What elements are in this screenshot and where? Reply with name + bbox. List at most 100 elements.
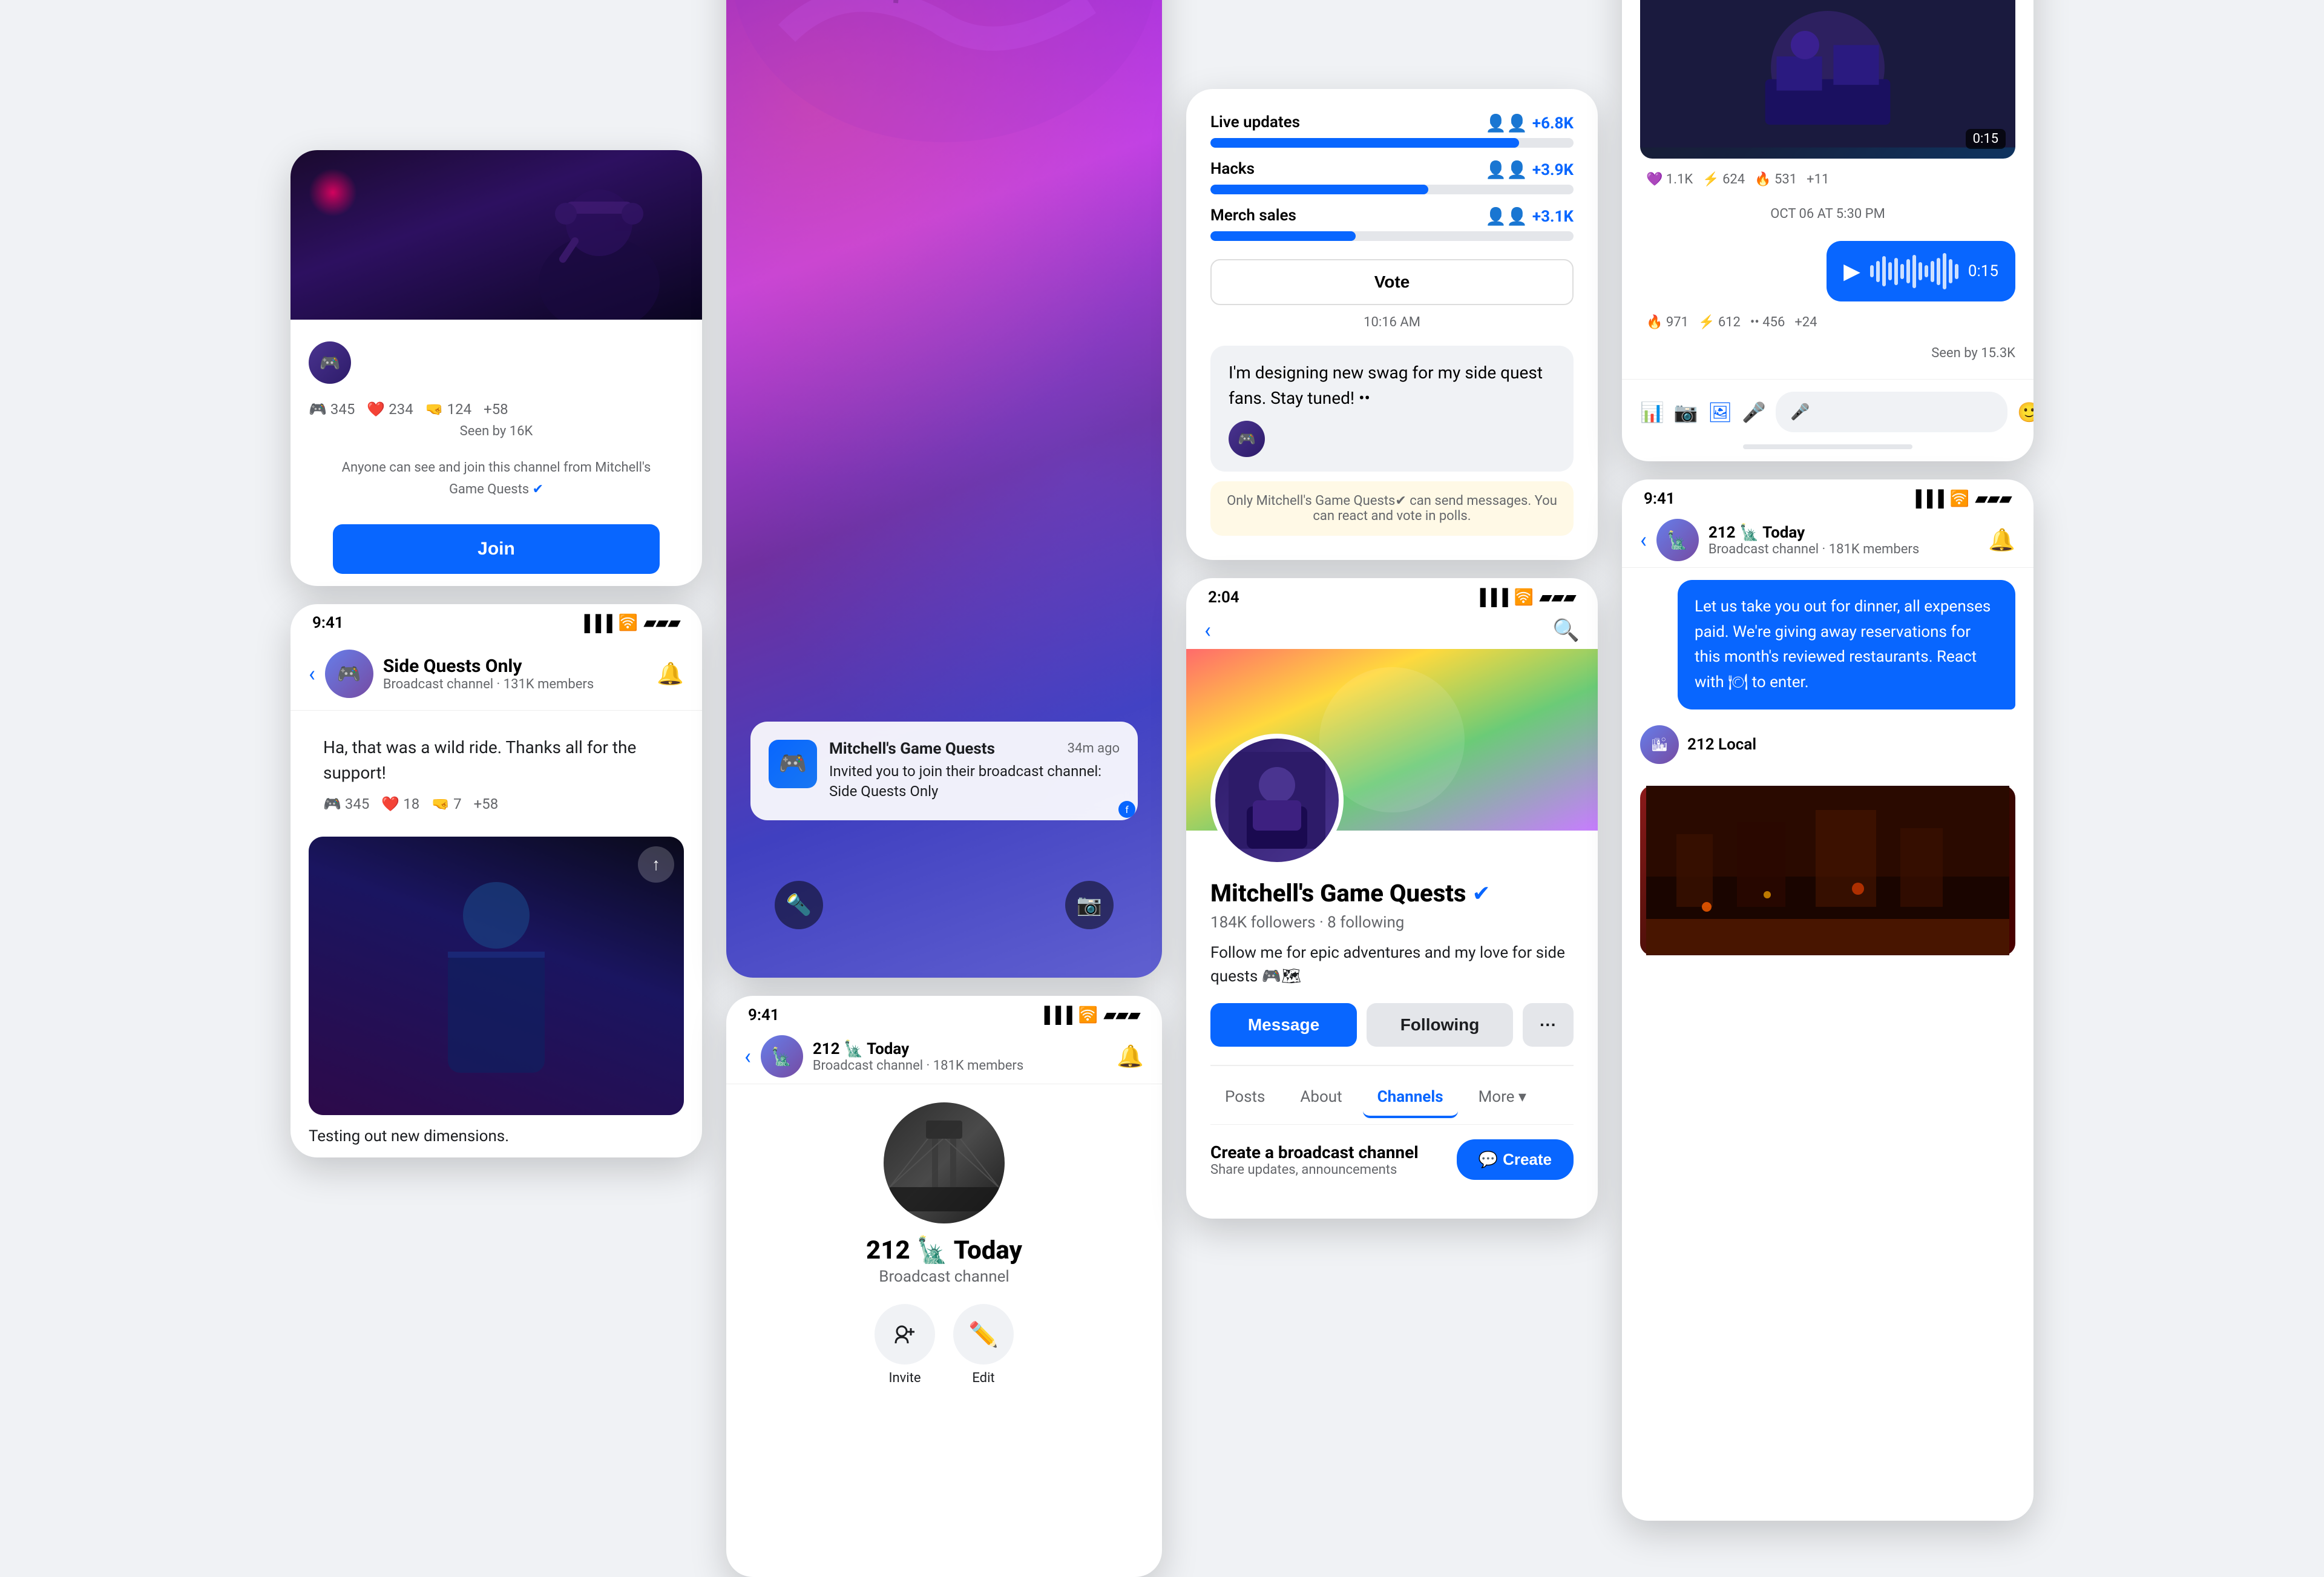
broadcast-avatar-img — [884, 1102, 1005, 1223]
wave-bar — [1894, 258, 1898, 285]
poll-bar-fill-3 — [1210, 231, 1356, 241]
channel-name-p6: 212 🗽 Today — [1709, 524, 1919, 542]
audio-message: ▶ 0:15 — [1827, 241, 2015, 301]
time-p6: 9:41 — [1644, 490, 1675, 508]
mic-icon-btn[interactable]: 🎤 — [1742, 394, 1766, 430]
share-button[interactable]: ↑ — [638, 846, 674, 883]
channel-name-p2b: 212 🗽 Today — [813, 1040, 1023, 1058]
wave-bar — [1876, 261, 1880, 282]
back-button[interactable]: ‹ — [309, 661, 315, 686]
back-btn-profile[interactable]: ‹ — [1204, 617, 1211, 643]
poll-timestamp: 10:16 AM — [1210, 305, 1574, 340]
poll-label-1: Live updates 👤👤 +6.8K — [1210, 113, 1574, 133]
more-reactions: +58 — [484, 401, 508, 418]
invite-icon[interactable] — [875, 1304, 935, 1365]
message-area: Ha, that was a wild ride. Thanks all for… — [290, 711, 702, 837]
wifi-p6: 🛜 — [1950, 490, 1969, 508]
edit-action: ✏️ Edit — [953, 1304, 1014, 1386]
image-icon-btn[interactable]: 🖼 — [1708, 394, 1733, 430]
message-text: Ha, that was a wild ride. Thanks all for… — [323, 735, 669, 786]
tab-more[interactable]: More ▾ — [1464, 1078, 1541, 1118]
create-channel-title: Create a broadcast channel — [1210, 1142, 1419, 1162]
bell-p2b[interactable]: 🔔 — [1117, 1044, 1144, 1069]
seen-count: Seen by 16K — [309, 418, 684, 445]
flashlight-icon[interactable]: 🔦 — [775, 881, 823, 929]
message-input-bar: 📊 📷 🖼 🎤 🙂 👍 — [1622, 379, 2034, 444]
camera-icon[interactable]: 📷 — [1065, 881, 1114, 929]
profile-nav-bar: ‹ 🔍 — [1186, 611, 1598, 649]
edit-icon[interactable]: ✏️ — [953, 1304, 1014, 1365]
status-icons-p6: ▐▐▐ 🛜 ▰▰▰ — [1910, 489, 2012, 508]
play-audio-icon[interactable]: ▶ — [1843, 258, 1860, 284]
wave-bar — [1900, 264, 1904, 279]
notif-sender-avatar: 🎮 f — [769, 740, 817, 788]
following-button[interactable]: Following — [1367, 1003, 1513, 1047]
more-options-button[interactable]: ··· — [1523, 1003, 1574, 1047]
wave-bar — [1925, 265, 1928, 277]
fire-react-v: 🔥 531 — [1754, 172, 1797, 187]
profile-main-content: Mitchell's Game Quests ✔ 184K followers … — [1186, 831, 1598, 1219]
hands-reaction: 🤜 124 — [425, 401, 471, 418]
wave-bar — [1912, 255, 1916, 288]
post-header-image — [290, 150, 702, 320]
time-p2b: 9:41 — [748, 1006, 780, 1024]
invite-label: Invite — [888, 1371, 921, 1386]
camera-bar: 🔦 📷 — [726, 881, 1162, 929]
channel-info: Side Quests Only Broadcast channel · 131… — [383, 656, 594, 692]
fire-audio: 🔥 971 — [1646, 315, 1689, 330]
broadcast-channel-name: 212 🗽 Today — [866, 1236, 1022, 1265]
wave-bar — [1882, 256, 1886, 286]
notif-sender-name: Mitchell's Game Quests — [829, 740, 995, 758]
notification-card[interactable]: 🎮 f Mitchell's Game Quests 34m ago Invit… — [750, 722, 1138, 820]
post-reactions: 🎮 345 ❤️ 234 🤜 124 +58 — [309, 401, 684, 418]
poll-avatars-2: 👤👤 +3.9K — [1485, 160, 1574, 180]
channel-header: ‹ 🎮 Side Quests Only Broadcast channel ·… — [290, 637, 702, 711]
wave-bar — [1949, 259, 1952, 283]
wave-bar — [1888, 262, 1892, 280]
wave-bar — [1870, 265, 1874, 277]
wave-bar — [1937, 258, 1940, 285]
video-thumbnail[interactable]: ▶ 0:15 — [1640, 0, 2015, 159]
gaming-reaction: 🎮 345 — [309, 401, 355, 418]
message-reactions: 🎮 345 ❤️ 18 🤜 7 +58 — [323, 795, 669, 812]
back-btn-p6[interactable]: ‹ — [1640, 527, 1647, 553]
tab-about[interactable]: About — [1285, 1078, 1356, 1118]
status-bar-p2b: 9:41 ▐▐▐ 🛜 ▰▰▰ — [726, 996, 1162, 1029]
back-btn-p2b[interactable]: ‹ — [744, 1044, 751, 1069]
signal-p2b: ▐▐▐ — [1039, 1006, 1072, 1024]
channel-nav-bar: ‹ 🗽 212 🗽 Today Broadcast channel · 181K… — [726, 1029, 1162, 1084]
message-button[interactable]: Message — [1210, 1003, 1357, 1047]
poll-panel: Live updates 👤👤 +6.8K Hacks 👤👤 +3.9K — [1186, 89, 1598, 560]
poll-bar-fill-2 — [1210, 185, 1428, 194]
channel-link: ✔ — [529, 482, 543, 497]
tab-posts[interactable]: Posts — [1210, 1078, 1279, 1118]
vote-button[interactable]: Vote — [1210, 259, 1574, 305]
poll-avatars-3: 👤👤 +3.1K — [1485, 206, 1574, 226]
join-button[interactable]: Join — [333, 524, 660, 574]
broadcast-profile-content: 212 🗽 Today Broadcast channel Invite — [726, 1084, 1162, 1404]
bridge-image — [884, 1102, 1005, 1223]
wave-bar — [1955, 264, 1958, 279]
profile-status-bar: 2:04 ▐▐▐ 🛜 ▰▰▰ — [1186, 578, 1598, 611]
channel-sub-p6: Broadcast channel · 181K members — [1709, 542, 1919, 557]
create-channel-button[interactable]: 💬 Create — [1457, 1139, 1574, 1180]
bolt-react-v: ⚡ 624 — [1702, 172, 1745, 187]
channel-avatar-p2b: 🗽 — [761, 1035, 803, 1078]
status-bar-p6: 9:41 ▐▐▐ 🛜 ▰▰▰ — [1622, 479, 2034, 513]
profile-bio: Follow me for epic adventures and my lov… — [1210, 941, 1574, 989]
broadcast-profile-card: 9:41 ▐▐▐ 🛜 ▰▰▰ ‹ 🗽 212 🗽 Today Broadcast… — [726, 996, 1162, 1577]
emoji-icon-btn[interactable]: 🙂 — [2017, 394, 2034, 430]
time-display: 9:41 — [312, 614, 344, 632]
bell-icon[interactable]: 🔔 — [657, 661, 684, 686]
messenger-icon-small: 💬 — [1479, 1150, 1498, 1169]
notif-time: 34m ago — [1068, 741, 1120, 756]
message-input[interactable] — [1776, 392, 2007, 432]
camera-icon-btn[interactable]: 📷 — [1674, 394, 1698, 430]
tab-channels[interactable]: Channels — [1363, 1078, 1458, 1118]
hands-react: 🤜 7 — [432, 795, 461, 812]
bell-p6[interactable]: 🔔 — [1988, 527, 2015, 553]
right-column: 🗽 212 🗽 Today Broadcast channel · 181K m… — [1622, 0, 2034, 1521]
mitchells-profile-panel: 2:04 ▐▐▐ 🛜 ▰▰▰ ‹ 🔍 — [1186, 578, 1598, 1219]
chart-icon-btn[interactable]: 📊 — [1640, 394, 1664, 430]
search-btn-profile[interactable]: 🔍 — [1552, 617, 1580, 643]
